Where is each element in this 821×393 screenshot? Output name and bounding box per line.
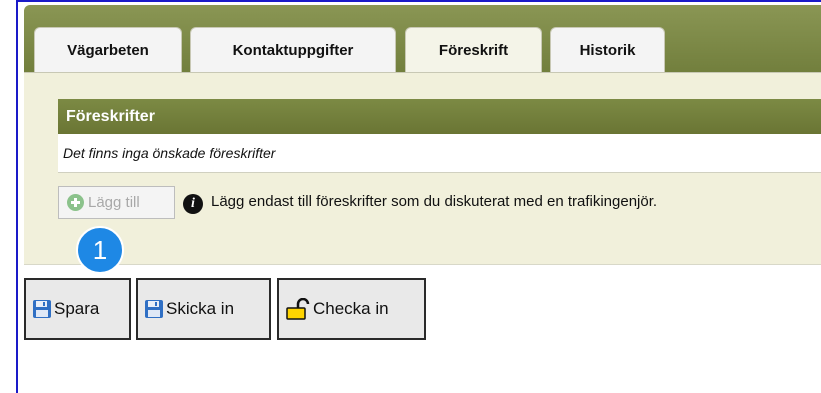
empty-list-message: Det finns inga önskade föreskrifter bbox=[58, 134, 821, 173]
plus-circle-icon bbox=[67, 194, 84, 211]
section-title: Föreskrifter bbox=[66, 107, 155, 125]
floppy-disk-icon bbox=[33, 300, 51, 318]
tab-label: Historik bbox=[579, 42, 636, 59]
tab-label: Kontaktuppgifter bbox=[232, 42, 354, 59]
submit-button-label: Skicka in bbox=[166, 299, 235, 318]
window-frame-top bbox=[16, 0, 821, 2]
floppy-disk-icon bbox=[145, 300, 163, 318]
window-frame-left bbox=[16, 0, 18, 393]
check-in-button[interactable]: Checka in bbox=[277, 278, 426, 340]
foreskrift-panel: Föreskrifter Det finns inga önskade före… bbox=[24, 72, 821, 265]
section-header: Föreskrifter bbox=[58, 99, 821, 134]
tab-label: Vägarbeten bbox=[67, 42, 149, 59]
info-text: Lägg endast till föreskrifter som du dis… bbox=[211, 193, 658, 210]
padlock-icon bbox=[286, 298, 310, 320]
submit-button[interactable]: Skicka in bbox=[136, 278, 271, 340]
tab-kontaktuppgifter[interactable]: Kontaktuppgifter bbox=[190, 27, 396, 77]
check-in-button-label: Checka in bbox=[313, 299, 389, 318]
annotation-number: 1 bbox=[92, 234, 108, 265]
info-icon: i bbox=[183, 194, 203, 214]
add-button-label: Lägg till bbox=[88, 194, 140, 211]
tab-historik[interactable]: Historik bbox=[550, 27, 665, 77]
save-button[interactable]: Spara bbox=[24, 278, 131, 340]
add-button[interactable]: Lägg till bbox=[58, 186, 175, 219]
tab-label: Föreskrift bbox=[438, 42, 509, 59]
save-button-label: Spara bbox=[54, 299, 100, 318]
annotation-badge: 1 bbox=[76, 226, 124, 274]
empty-message-text: Det finns inga önskade föreskrifter bbox=[63, 145, 276, 161]
tab-foreskrift[interactable]: Föreskrift bbox=[405, 27, 542, 77]
tab-strip: Vägarbeten Kontaktuppgifter Föreskrift H… bbox=[24, 5, 821, 77]
tab-vagarbeten[interactable]: Vägarbeten bbox=[34, 27, 182, 77]
